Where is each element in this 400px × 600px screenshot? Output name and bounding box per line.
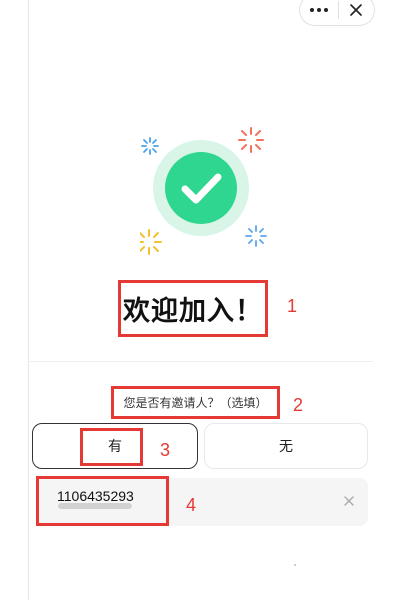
- sparkle-icon-orange: [238, 127, 264, 153]
- close-icon[interactable]: [338, 0, 374, 25]
- clear-icon[interactable]: [340, 492, 358, 510]
- annotation-4: 4: [186, 495, 197, 515]
- welcome-title: 欢迎加入！: [118, 280, 268, 337]
- annotation-2: 2: [293, 395, 304, 415]
- annotation-box-3: [80, 428, 143, 466]
- sparkle-icon-yellow: [140, 229, 162, 255]
- success-illustration: [140, 120, 280, 260]
- inviter-question: 您是否有邀请人？（选填）: [111, 386, 280, 419]
- annotation-box-4: [36, 476, 169, 526]
- option-no-button[interactable]: 无: [204, 423, 368, 469]
- mini-program-capsule: [299, 0, 375, 26]
- more-dots-icon[interactable]: [300, 0, 338, 25]
- sparkle-icon-blue-bottom: [245, 225, 267, 247]
- sparkle-icon-blue-top: [141, 137, 159, 155]
- option-no-label: 无: [279, 439, 293, 455]
- success-check-icon: [140, 127, 267, 255]
- stray-dot: [294, 564, 296, 566]
- annotation-1: 1: [287, 296, 298, 316]
- annotation-3: 3: [160, 440, 171, 460]
- page-left-edge: [28, 0, 29, 600]
- section-divider: [28, 361, 373, 362]
